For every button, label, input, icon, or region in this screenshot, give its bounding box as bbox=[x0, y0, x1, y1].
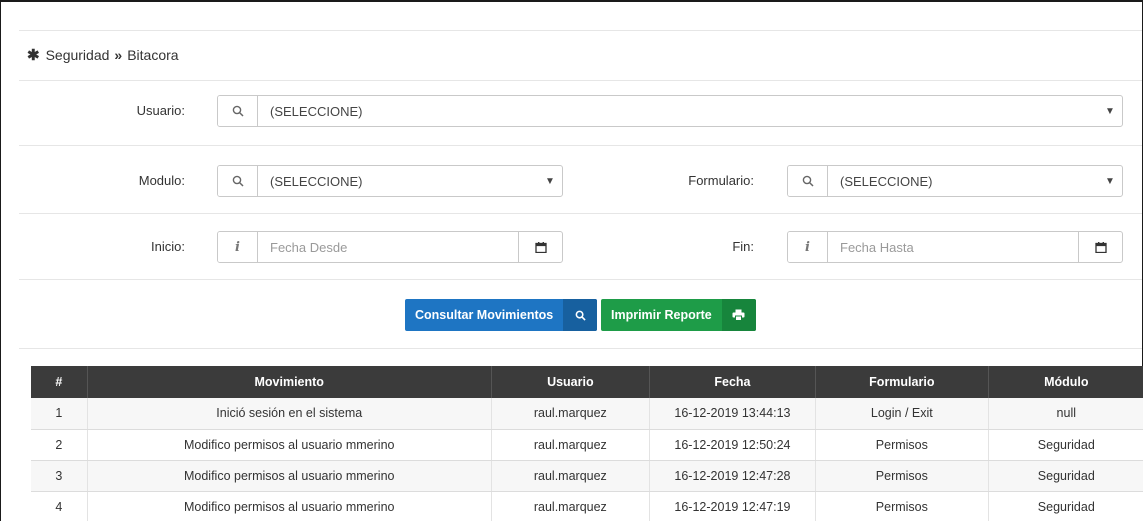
divider bbox=[19, 145, 1142, 146]
info-icon: i bbox=[788, 232, 828, 262]
formulario-select[interactable]: (SELECCIONE) ▼ bbox=[787, 165, 1123, 197]
column-header[interactable]: Formulario bbox=[815, 366, 989, 398]
column-header[interactable]: Movimiento bbox=[87, 366, 492, 398]
column-header[interactable]: Fecha bbox=[649, 366, 817, 398]
table-cell: 16-12-2019 12:47:19 bbox=[649, 491, 817, 521]
table-cell: Seguridad bbox=[988, 460, 1143, 492]
bitacora-table: # Movimiento Usuario Fecha Formulario Mó… bbox=[31, 366, 1143, 521]
table-cell: raul.marquez bbox=[491, 429, 650, 461]
table-cell: raul.marquez bbox=[491, 460, 650, 492]
usuario-value: (SELECCIONE) bbox=[270, 103, 363, 119]
calendar-icon[interactable] bbox=[518, 232, 562, 262]
table-cell: 3 bbox=[31, 460, 88, 492]
consultar-label: Consultar Movimientos bbox=[415, 308, 554, 322]
breadcrumb-separator: » bbox=[114, 47, 123, 63]
calendar-icon[interactable] bbox=[1078, 232, 1122, 262]
column-header[interactable]: # bbox=[31, 366, 88, 398]
usuario-label: Usuario: bbox=[136, 103, 185, 118]
page-frame: ✱ Seguridad » Bitacora Usuario: (SELECCI… bbox=[0, 0, 1143, 521]
fecha-hasta-field[interactable]: i Fecha Hasta bbox=[787, 231, 1123, 263]
fecha-desde-field[interactable]: i Fecha Desde bbox=[217, 231, 563, 263]
table-header-row: # Movimiento Usuario Fecha Formulario Mó… bbox=[31, 366, 1143, 398]
table-cell: Seguridad bbox=[988, 491, 1143, 521]
table-row[interactable]: 1 Inició sesión en el sistema raul.marqu… bbox=[31, 398, 1143, 430]
table-cell: Modifico permisos al usuario mmerino bbox=[87, 460, 492, 492]
table-cell: Inició sesión en el sistema bbox=[87, 398, 492, 430]
breadcrumb: ✱ Seguridad » Bitacora bbox=[27, 46, 179, 64]
imprimir-label: Imprimir Reporte bbox=[611, 308, 712, 322]
table-cell: 16-12-2019 13:44:13 bbox=[649, 398, 817, 430]
table-cell: 16-12-2019 12:50:24 bbox=[649, 429, 817, 461]
breadcrumb-page: Bitacora bbox=[127, 47, 179, 63]
formulario-value: (SELECCIONE) bbox=[840, 173, 933, 189]
table-cell: 2 bbox=[31, 429, 88, 461]
table-row[interactable]: 3 Modifico permisos al usuario mmerino r… bbox=[31, 460, 1143, 492]
table-cell: 4 bbox=[31, 491, 88, 521]
modulo-label: Modulo: bbox=[138, 173, 185, 188]
search-icon bbox=[788, 166, 828, 196]
divider bbox=[19, 279, 1142, 280]
table-cell: null bbox=[988, 398, 1143, 430]
table-cell: Seguridad bbox=[988, 429, 1143, 461]
consultar-movimientos-button[interactable]: Consultar Movimientos bbox=[405, 299, 598, 331]
divider bbox=[19, 213, 1142, 214]
fecha-desde-placeholder: Fecha Desde bbox=[270, 239, 348, 255]
chevron-down-icon: ▼ bbox=[1105, 105, 1115, 117]
fecha-hasta-placeholder: Fecha Hasta bbox=[840, 239, 914, 255]
table-cell: Modifico permisos al usuario mmerino bbox=[87, 429, 492, 461]
fin-label: Fin: bbox=[732, 239, 754, 254]
table-cell: Permisos bbox=[815, 491, 989, 521]
table-cell: Modifico permisos al usuario mmerino bbox=[87, 491, 492, 521]
divider bbox=[19, 348, 1142, 349]
table-cell: raul.marquez bbox=[491, 398, 650, 430]
print-icon bbox=[721, 299, 756, 331]
modulo-value: (SELECCIONE) bbox=[270, 173, 363, 189]
chevron-down-icon: ▼ bbox=[1105, 175, 1115, 187]
table-cell: Login / Exit bbox=[815, 398, 989, 430]
divider bbox=[19, 80, 1142, 81]
imprimir-reporte-button[interactable]: Imprimir Reporte bbox=[601, 299, 756, 331]
inicio-label: Inicio: bbox=[151, 239, 185, 254]
table-row[interactable]: 2 Modifico permisos al usuario mmerino r… bbox=[31, 429, 1143, 461]
formulario-label: Formulario: bbox=[688, 173, 754, 188]
breadcrumb-section[interactable]: Seguridad bbox=[46, 47, 110, 63]
table-cell: raul.marquez bbox=[491, 491, 650, 521]
chevron-down-icon: ▼ bbox=[545, 175, 555, 187]
column-header[interactable]: Usuario bbox=[491, 366, 650, 398]
asterisk-icon: ✱ bbox=[27, 47, 40, 64]
table-cell: 1 bbox=[31, 398, 88, 430]
table-row[interactable]: 4 Modifico permisos al usuario mmerino r… bbox=[31, 491, 1143, 521]
modulo-select[interactable]: (SELECCIONE) ▼ bbox=[217, 165, 563, 197]
column-header[interactable]: Módulo bbox=[988, 366, 1143, 398]
table-cell: Permisos bbox=[815, 460, 989, 492]
divider bbox=[19, 30, 1142, 31]
table-cell: Permisos bbox=[815, 429, 989, 461]
search-icon bbox=[218, 166, 258, 196]
table-cell: 16-12-2019 12:47:28 bbox=[649, 460, 817, 492]
search-icon bbox=[563, 299, 598, 331]
search-icon bbox=[218, 96, 258, 126]
info-icon: i bbox=[218, 232, 258, 262]
usuario-select[interactable]: (SELECCIONE) ▼ bbox=[217, 95, 1123, 127]
